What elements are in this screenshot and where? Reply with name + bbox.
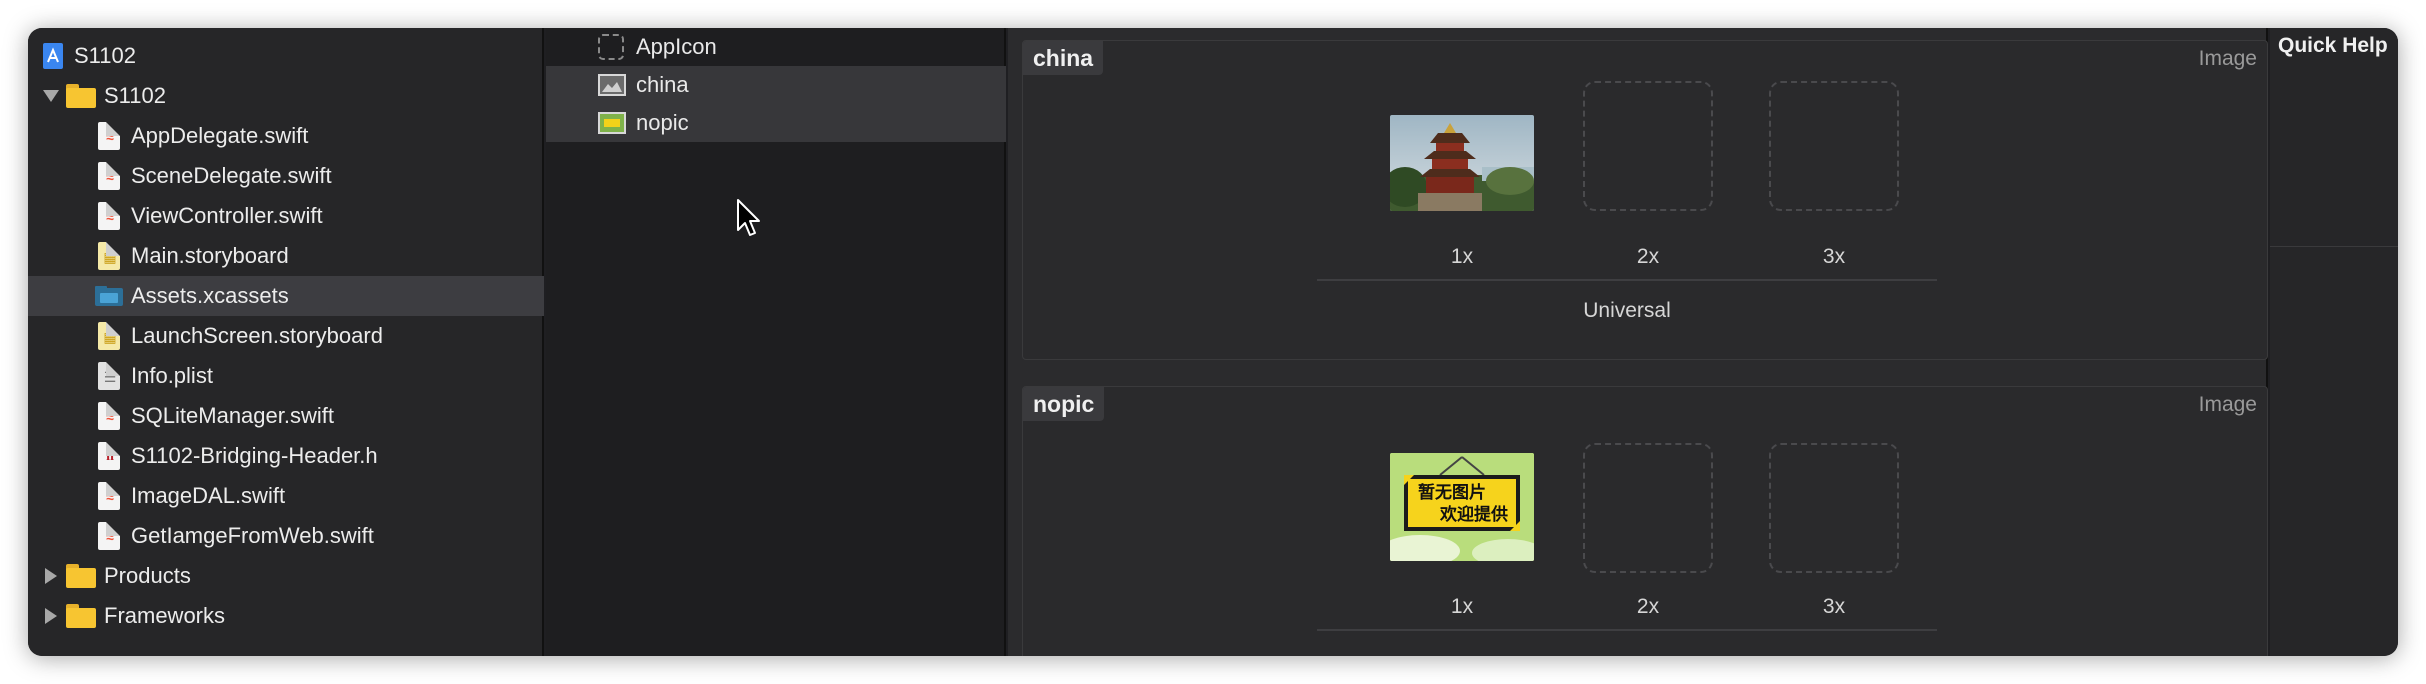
image-set-name: china — [1023, 41, 1104, 75]
file-row-imagedal[interactable]: ≈ ImageDAL.swift — [28, 476, 544, 516]
asset-name: china — [636, 72, 689, 97]
scale-label-3x: 3x — [1822, 595, 1846, 618]
app-icon-placeholder-icon — [598, 34, 624, 60]
file-name: GetIamgeFromWeb.swift — [131, 523, 374, 548]
asset-editor: china Image 1x 2x 3x Universal nopic Ima… — [1008, 28, 2268, 656]
xcode-window: S1102 S1102 ≈ AppDelegate.swift ≈ SceneD… — [28, 28, 2398, 656]
asset-name: nopic — [636, 110, 689, 135]
image-set-panel-china: china Image 1x 2x 3x Universal — [1022, 40, 2268, 360]
group-name: Products — [104, 563, 191, 588]
image-set-type: Image — [2198, 393, 2257, 416]
project-name: S1102 — [74, 43, 136, 68]
project-navigator: S1102 S1102 ≈ AppDelegate.swift ≈ SceneD… — [28, 28, 544, 656]
file-name: SQLiteManager.swift — [131, 403, 334, 428]
quick-help-inspector: Quick Help — [2270, 28, 2398, 656]
storyboard-file-icon: ▦ — [98, 242, 120, 270]
image-set-name: nopic — [1023, 387, 1105, 421]
scale-label-1x: 1x — [1450, 245, 1474, 268]
asset-list: AppIcon china nopic — [546, 28, 1006, 656]
folder-icon — [66, 604, 96, 628]
group-row-products[interactable]: Products — [28, 556, 544, 596]
image-set-icon — [598, 74, 626, 96]
swift-file-icon: ≈ — [98, 482, 120, 510]
group-row-s1102[interactable]: S1102 — [28, 76, 544, 116]
disclosure-collapsed-icon[interactable] — [42, 607, 60, 625]
file-name: Info.plist — [131, 363, 213, 388]
group-row-frameworks[interactable]: Frameworks — [28, 596, 544, 636]
disclosure-expanded-icon[interactable] — [42, 87, 60, 105]
file-row-sqlitemanager[interactable]: ≈ SQLiteManager.swift — [28, 396, 544, 436]
header-file-icon: h — [98, 442, 120, 470]
inspector-title: Quick Help — [2278, 34, 2388, 57]
storyboard-file-icon: ▦ — [98, 322, 120, 350]
slot-2x-empty[interactable] — [1583, 443, 1713, 573]
image-set-panel-nopic: nopic Image 暂无图片 欢迎提供 1x 2x 3x — [1022, 386, 2268, 656]
scale-label-2x: 2x — [1636, 595, 1660, 618]
inspector-divider — [2270, 246, 2398, 247]
file-name: ImageDAL.swift — [131, 483, 286, 508]
file-name: LaunchScreen.storyboard — [131, 323, 383, 348]
group-name: S1102 — [104, 83, 166, 108]
group-name: Frameworks — [104, 603, 226, 628]
disclosure-collapsed-icon[interactable] — [42, 567, 60, 585]
project-row[interactable]: S1102 — [28, 36, 544, 76]
asset-row-nopic[interactable]: nopic — [546, 104, 1006, 142]
swift-file-icon: ≈ — [98, 202, 120, 230]
china-image-1x[interactable] — [1390, 115, 1534, 211]
asset-row-china[interactable]: china — [546, 66, 1006, 104]
file-row-main-storyboard[interactable]: ▦ Main.storyboard — [28, 236, 544, 276]
folder-icon — [66, 84, 96, 108]
nopic-image-text-line1: 暂无图片 — [1418, 483, 1486, 503]
swift-file-icon: ≈ — [98, 162, 120, 190]
swift-file-icon: ≈ — [98, 402, 120, 430]
file-row-appdelegate[interactable]: ≈ AppDelegate.swift — [28, 116, 544, 156]
idiom-label: Universal — [1583, 299, 1671, 322]
slot-3x-empty[interactable] — [1769, 81, 1899, 211]
image-set-icon — [598, 112, 626, 134]
asset-name: AppIcon — [636, 34, 717, 59]
folder-icon — [66, 564, 96, 588]
file-row-launchscreen[interactable]: ▦ LaunchScreen.storyboard — [28, 316, 544, 356]
slot-3x-empty[interactable] — [1769, 443, 1899, 573]
idiom-divider — [1317, 279, 1937, 281]
scale-label-1x: 1x — [1450, 595, 1474, 618]
mouse-pointer-icon — [737, 199, 760, 236]
xcode-project-icon — [43, 43, 63, 69]
file-row-infoplist[interactable]: ☰ Info.plist — [28, 356, 544, 396]
image-set-type: Image — [2198, 47, 2257, 70]
file-row-viewcontroller[interactable]: ≈ ViewController.swift — [28, 196, 544, 236]
scale-label-2x: 2x — [1636, 245, 1660, 268]
file-name: Assets.xcassets — [131, 283, 289, 308]
file-name: S1102-Bridging-Header.h — [131, 443, 378, 468]
nopic-image-1x[interactable]: 暂无图片 欢迎提供 — [1390, 453, 1534, 561]
file-name: Main.storyboard — [131, 243, 289, 268]
asset-catalog-icon — [95, 286, 123, 306]
file-row-getimagefromweb[interactable]: ≈ GetIamgeFromWeb.swift — [28, 516, 544, 556]
swift-file-icon: ≈ — [98, 122, 120, 150]
file-row-assets[interactable]: Assets.xcassets — [28, 276, 544, 316]
swift-file-icon: ≈ — [98, 522, 120, 550]
slot-2x-empty[interactable] — [1583, 81, 1713, 211]
file-name: AppDelegate.swift — [131, 123, 309, 148]
plist-file-icon: ☰ — [98, 362, 120, 390]
file-row-bridging-header[interactable]: h S1102-Bridging-Header.h — [28, 436, 544, 476]
nopic-image-text-line2: 欢迎提供 — [1440, 505, 1508, 525]
file-name: SceneDelegate.swift — [131, 163, 332, 188]
asset-row-appicon[interactable]: AppIcon — [546, 28, 1006, 66]
file-row-scenedelegate[interactable]: ≈ SceneDelegate.swift — [28, 156, 544, 196]
scale-label-3x: 3x — [1822, 245, 1846, 268]
idiom-divider — [1317, 629, 1937, 631]
file-name: ViewController.swift — [131, 203, 323, 228]
